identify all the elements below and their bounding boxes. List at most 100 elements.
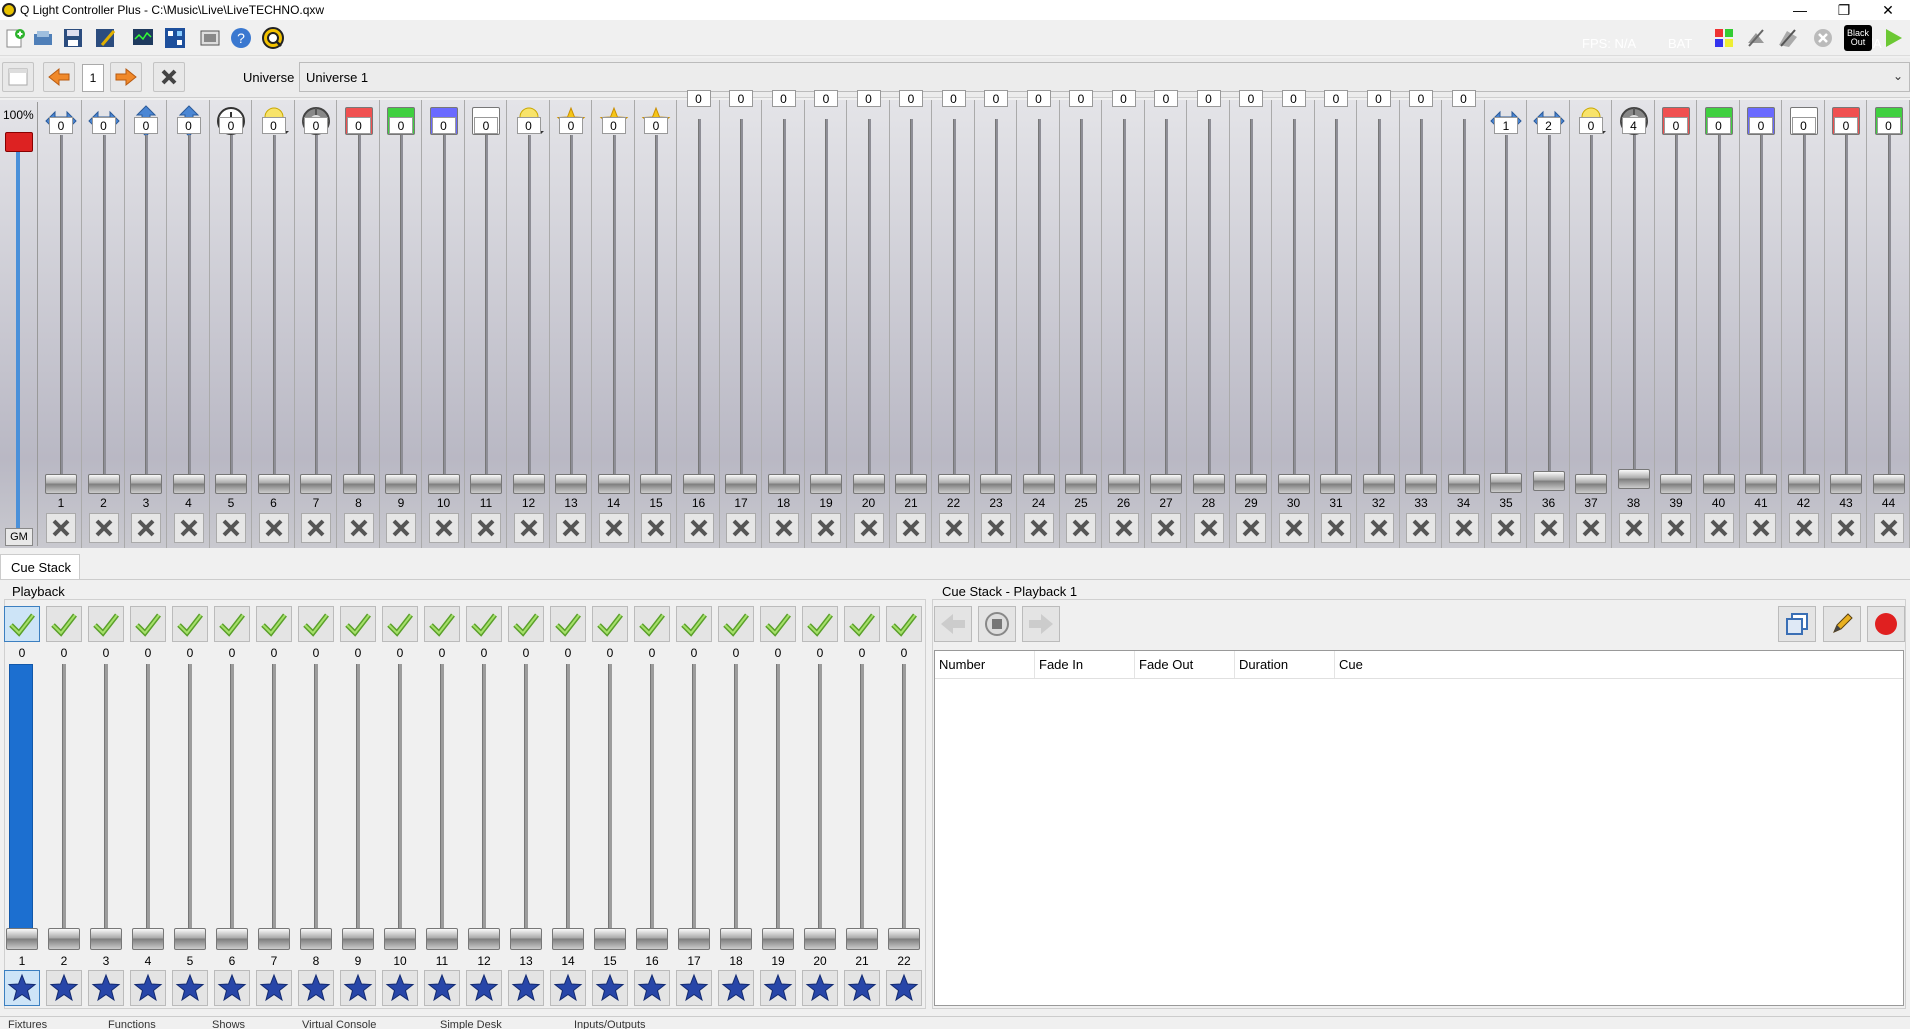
column-duration[interactable]: Duration	[1235, 651, 1335, 678]
playback-flash-12[interactable]	[466, 970, 502, 1006]
channel-track-12[interactable]	[527, 135, 531, 488]
channel-knob-11[interactable]	[470, 474, 502, 494]
playback-flash-11[interactable]	[424, 970, 460, 1006]
reset-channel-11[interactable]	[471, 513, 501, 543]
playback-enable-21[interactable]	[844, 606, 880, 642]
tab-simple-desk[interactable]: Simple Desk	[440, 1019, 502, 1029]
channel-knob-6[interactable]	[257, 474, 290, 494]
reset-channel-3[interactable]	[131, 513, 161, 543]
channel-track-40[interactable]	[1717, 135, 1721, 488]
channel-value-13[interactable]: 0	[559, 117, 583, 134]
tab-functions[interactable]: Functions	[108, 1019, 156, 1029]
playback-enable-20[interactable]	[802, 606, 838, 642]
record-cue-button[interactable]	[1867, 606, 1905, 642]
reset-channel-10[interactable]	[428, 513, 459, 543]
channel-value-20[interactable]: 0	[856, 90, 881, 107]
reset-channel-2[interactable]	[88, 513, 119, 543]
reset-channel-17[interactable]	[726, 513, 756, 543]
reset-channel-20[interactable]	[853, 513, 884, 543]
playback-track-1[interactable]	[9, 664, 33, 944]
minimize-button[interactable]: —	[1778, 0, 1822, 20]
reset-channel-26[interactable]	[1108, 513, 1139, 543]
close-button[interactable]: ✕	[1866, 0, 1910, 20]
playback-flash-22[interactable]	[886, 970, 922, 1006]
playback-flash-9[interactable]	[340, 970, 376, 1006]
channel-knob-16[interactable]	[682, 474, 715, 494]
playback-track-20[interactable]	[818, 664, 822, 944]
playback-knob-6[interactable]	[216, 928, 248, 950]
channel-track-30[interactable]	[1292, 119, 1296, 488]
reset-channel-1[interactable]	[46, 513, 76, 543]
playback-flash-14[interactable]	[550, 970, 586, 1006]
tab-shows[interactable]: Shows	[212, 1019, 245, 1029]
channel-track-11[interactable]	[485, 135, 488, 488]
channel-knob-21[interactable]	[895, 474, 927, 494]
address-tool-icon[interactable]	[162, 25, 188, 51]
playback-flash-16[interactable]	[634, 970, 670, 1006]
channel-knob-34[interactable]	[1447, 474, 1480, 494]
channel-knob-25[interactable]	[1065, 474, 1097, 494]
channel-track-8[interactable]	[357, 135, 361, 488]
channel-track-43[interactable]	[1845, 135, 1848, 488]
channel-knob-43[interactable]	[1830, 474, 1862, 494]
channel-track-25[interactable]	[1080, 119, 1083, 488]
edit-cue-button[interactable]	[1823, 606, 1861, 642]
channel-track-28[interactable]	[1207, 119, 1211, 488]
playback-flash-2[interactable]	[46, 970, 82, 1006]
channel-track-44[interactable]	[1887, 135, 1891, 488]
channel-value-38[interactable]: 4	[1621, 117, 1646, 134]
channel-knob-3[interactable]	[130, 474, 162, 494]
playback-flash-5[interactable]	[172, 970, 208, 1006]
channel-value-31[interactable]: 0	[1324, 90, 1348, 107]
channel-knob-19[interactable]	[810, 474, 842, 494]
channel-track-10[interactable]	[442, 135, 446, 488]
playback-knob-10[interactable]	[384, 928, 416, 950]
playback-track-3[interactable]	[104, 664, 108, 944]
column-number[interactable]: Number	[935, 651, 1035, 678]
channel-knob-13[interactable]	[555, 474, 587, 494]
channel-value-4[interactable]: 0	[176, 117, 201, 134]
channel-track-13[interactable]	[570, 135, 573, 488]
channel-knob-39[interactable]	[1660, 474, 1692, 494]
fullscreen-icon[interactable]	[197, 25, 223, 51]
reset-channel-6[interactable]	[258, 513, 289, 543]
playback-enable-11[interactable]	[424, 606, 460, 642]
channel-knob-37[interactable]	[1575, 474, 1607, 494]
playback-flash-19[interactable]	[760, 970, 796, 1006]
reset-channel-36[interactable]	[1533, 513, 1564, 543]
channel-knob-26[interactable]	[1107, 474, 1140, 494]
playback-track-4[interactable]	[146, 664, 150, 944]
channel-value-11[interactable]: 0	[474, 117, 498, 134]
playback-flash-3[interactable]	[88, 970, 124, 1006]
channel-knob-31[interactable]	[1320, 474, 1352, 494]
next-cue-button[interactable]	[1022, 606, 1060, 642]
tab-fixtures[interactable]: Fixtures	[8, 1019, 47, 1029]
playback-enable-19[interactable]	[760, 606, 796, 642]
channel-value-21[interactable]: 0	[899, 90, 923, 107]
playback-flash-7[interactable]	[256, 970, 292, 1006]
channel-value-26[interactable]: 0	[1111, 90, 1136, 107]
reset-channel-42[interactable]	[1788, 513, 1819, 543]
channel-track-33[interactable]	[1420, 119, 1423, 488]
playback-track-22[interactable]	[902, 664, 906, 944]
playback-enable-10[interactable]	[382, 606, 418, 642]
stop-all-icon[interactable]	[1810, 25, 1836, 51]
reset-channel-7[interactable]	[301, 513, 331, 543]
channel-value-34[interactable]: 0	[1451, 90, 1476, 107]
channel-value-25[interactable]: 0	[1069, 90, 1093, 107]
channel-track-36[interactable]	[1547, 135, 1551, 488]
playback-enable-6[interactable]	[214, 606, 250, 642]
channel-track-4[interactable]	[187, 135, 191, 488]
playback-knob-18[interactable]	[720, 928, 752, 950]
reset-channel-33[interactable]	[1406, 513, 1436, 543]
channel-knob-30[interactable]	[1277, 474, 1310, 494]
channel-value-43[interactable]: 0	[1834, 117, 1858, 134]
reset-channel-18[interactable]	[768, 513, 799, 543]
playback-track-15[interactable]	[608, 664, 612, 944]
blackout-lock-icon[interactable]	[1775, 25, 1801, 51]
playback-enable-7[interactable]	[256, 606, 292, 642]
channel-knob-1[interactable]	[45, 474, 77, 494]
channel-value-42[interactable]: 0	[1791, 117, 1816, 134]
channel-track-37[interactable]	[1590, 135, 1593, 488]
playback-flash-20[interactable]	[802, 970, 838, 1006]
